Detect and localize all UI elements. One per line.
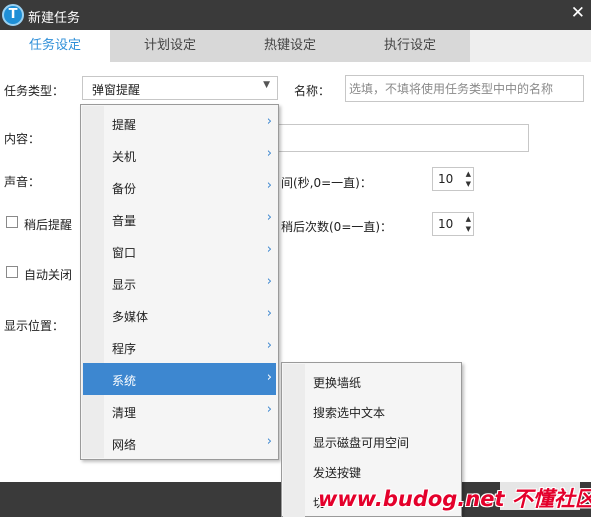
submenu-item-show-disk-space[interactable]: 显示磁盘可用空间 xyxy=(284,425,461,455)
chevron-right-icon: › xyxy=(266,114,272,129)
chevron-right-icon: › xyxy=(266,370,272,385)
menu-item-label: 关机 xyxy=(112,150,137,164)
auto-close-label: 自动关闭 xyxy=(24,268,73,282)
tab-execution-settings[interactable]: 执行设定 xyxy=(350,30,470,62)
chevron-right-icon: › xyxy=(266,242,272,257)
menu-item-system[interactable]: 系统 › xyxy=(83,363,276,395)
task-type-menu: 提醒 › 关机 › 备份 › 音量 › 窗口 › 显示 › 多媒体 › 程序 ›… xyxy=(80,104,279,460)
snooze-count-label: 稍后次数(0=一直)： xyxy=(281,220,393,234)
menu-item-program[interactable]: 程序 › xyxy=(83,331,276,363)
menu-item-label: 音量 xyxy=(112,214,137,228)
chevron-right-icon: › xyxy=(266,434,272,449)
task-type-select[interactable]: 弹窗提醒 ▼ xyxy=(82,76,278,100)
menu-item-volume[interactable]: 音量 › xyxy=(83,203,276,235)
submenu-item-label: 发送按键 xyxy=(313,466,362,480)
menu-item-label: 多媒体 xyxy=(112,310,149,324)
menu-item-multimedia[interactable]: 多媒体 › xyxy=(83,299,276,331)
menu-item-label: 程序 xyxy=(112,342,137,356)
name-input[interactable]: 选填，不填将使用任务类型中中的名称 xyxy=(345,75,584,102)
menu-item-label: 显示 xyxy=(112,278,137,292)
content-input[interactable] xyxy=(278,124,529,152)
menu-item-label: 窗口 xyxy=(112,246,137,260)
window-title: 新建任务 xyxy=(28,11,81,26)
interval-spinner[interactable]: 10 ▲ ▼ xyxy=(432,167,474,191)
menu-item-network[interactable]: 网络 › xyxy=(83,427,276,459)
menu-item-label: 网络 xyxy=(112,438,137,452)
snooze-count-spinner[interactable]: 10 ▲ ▼ xyxy=(432,212,474,236)
tab-schedule-settings[interactable]: 计划设定 xyxy=(110,30,230,62)
menu-item-label: 系统 xyxy=(112,374,137,388)
app-logo-icon: T xyxy=(2,4,24,26)
tab-bar-filler xyxy=(470,30,591,62)
menu-item-label: 提醒 xyxy=(112,118,137,132)
content-label: 内容： xyxy=(4,132,41,146)
name-placeholder: 选填，不填将使用任务类型中中的名称 xyxy=(349,82,554,96)
menu-item-shutdown[interactable]: 关机 › xyxy=(83,139,276,171)
task-type-value: 弹窗提醒 xyxy=(92,83,141,97)
snooze-count-value: 10 xyxy=(438,217,454,231)
spin-up-icon[interactable]: ▲ xyxy=(466,170,471,178)
spin-down-icon[interactable]: ▼ xyxy=(466,225,471,233)
submenu-item-label: 搜索选中文本 xyxy=(313,406,386,420)
menu-item-backup[interactable]: 备份 › xyxy=(83,171,276,203)
chevron-right-icon: › xyxy=(266,402,272,417)
name-label: 名称： xyxy=(294,84,331,98)
sound-label: 声音： xyxy=(4,175,41,189)
tab-task-settings[interactable]: 任务设定 xyxy=(0,30,110,62)
chevron-right-icon: › xyxy=(266,178,272,193)
spin-up-icon[interactable]: ▲ xyxy=(466,215,471,223)
chevron-right-icon: › xyxy=(266,210,272,225)
interval-label: 间(秒,0=一直)： xyxy=(281,176,372,190)
chevron-right-icon: › xyxy=(266,146,272,161)
chevron-right-icon: › xyxy=(266,274,272,289)
interval-value: 10 xyxy=(438,172,454,186)
menu-item-display[interactable]: 显示 › xyxy=(83,267,276,299)
chevron-right-icon: › xyxy=(266,306,272,321)
submenu-item-send-keys[interactable]: 发送按键 xyxy=(284,455,461,485)
menu-item-remind[interactable]: 提醒 › xyxy=(83,107,276,139)
dropdown-arrow-icon: ▼ xyxy=(263,80,270,90)
menu-item-cleanup[interactable]: 清理 › xyxy=(83,395,276,427)
submenu-item-label: 更换墙纸 xyxy=(313,376,362,390)
snooze-checkbox[interactable] xyxy=(6,216,18,228)
site-watermark: www.budog.net 不懂社区 xyxy=(318,487,591,511)
menu-item-label: 清理 xyxy=(112,406,137,420)
task-type-label: 任务类型： xyxy=(4,84,65,98)
submenu-item-change-wallpaper[interactable]: 更换墙纸 xyxy=(284,365,461,395)
tab-bar: 任务设定 计划设定 热键设定 执行设定 xyxy=(0,30,591,62)
submenu-item-label: 显示磁盘可用空间 xyxy=(313,436,410,450)
menu-item-window[interactable]: 窗口 › xyxy=(83,235,276,267)
snooze-label: 稍后提醒 xyxy=(24,218,73,232)
tab-hotkey-settings[interactable]: 热键设定 xyxy=(230,30,350,62)
menu-item-label: 备份 xyxy=(112,182,137,196)
auto-close-checkbox[interactable] xyxy=(6,266,18,278)
display-position-label: 显示位置： xyxy=(4,319,65,333)
chevron-right-icon: › xyxy=(266,338,272,353)
spin-down-icon[interactable]: ▼ xyxy=(466,180,471,188)
close-icon[interactable]: ✕ xyxy=(571,3,585,23)
title-bar: T 新建任务 ✕ xyxy=(0,0,591,30)
submenu-item-search-selected-text[interactable]: 搜索选中文本 xyxy=(284,395,461,425)
